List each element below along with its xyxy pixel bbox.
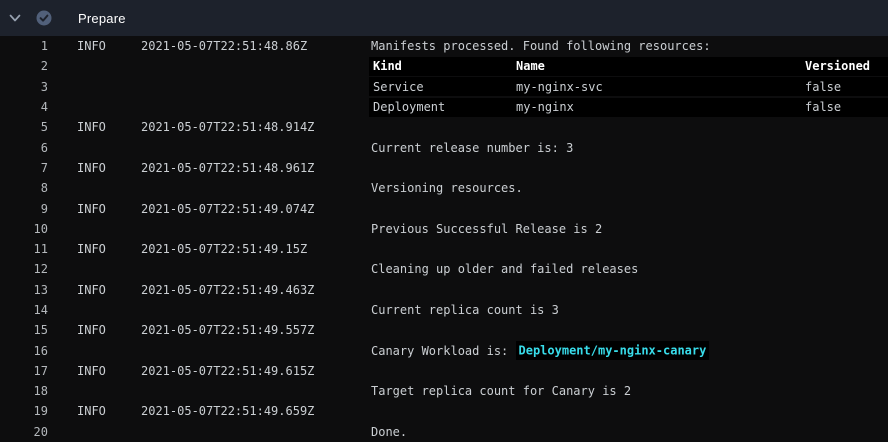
log-level: INFO — [77, 404, 141, 418]
log-line: 7 INFO 2021-05-07T22:51:48.961Z — [0, 158, 888, 178]
timestamp: 2021-05-07T22:51:48.961Z — [141, 161, 371, 175]
log-line: 4 Deployment my-nginx false — [0, 97, 888, 117]
line-number: 19 — [0, 404, 48, 418]
line-number: 1 — [0, 39, 48, 53]
log-line: 3 Service my-nginx-svc false — [0, 77, 888, 97]
line-number: 5 — [0, 120, 48, 134]
canary-workload-highlight: Deployment/my-nginx-canary — [516, 341, 710, 360]
log-level: INFO — [77, 323, 141, 337]
log-line: 10 Previous Successful Release is 2 — [0, 219, 888, 239]
line-number: 8 — [0, 181, 48, 195]
line-number: 17 — [0, 364, 48, 378]
line-number: 7 — [0, 161, 48, 175]
line-number: 4 — [0, 100, 48, 114]
cell-name: my-nginx — [516, 100, 805, 114]
resource-table-header: Kind Name Versioned — [369, 57, 888, 76]
timestamp: 2021-05-07T22:51:49.659Z — [141, 404, 371, 418]
log-level: INFO — [77, 161, 141, 175]
timestamp: 2021-05-07T22:51:48.914Z — [141, 120, 371, 134]
log-message: Cleaning up older and failed releases — [371, 262, 638, 276]
log-line: 18 Target replica count for Canary is 2 — [0, 381, 888, 401]
log-level: INFO — [77, 364, 141, 378]
log-line: 15 INFO 2021-05-07T22:51:49.557Z — [0, 320, 888, 340]
timestamp: 2021-05-07T22:51:48.86Z — [141, 39, 371, 53]
log-line: 9 INFO 2021-05-07T22:51:49.074Z — [0, 198, 888, 218]
message-prefix: Canary Workload is: — [371, 344, 516, 358]
line-number: 15 — [0, 323, 48, 337]
step-header[interactable]: Prepare — [0, 0, 888, 36]
cell-versioned: false — [805, 80, 888, 94]
log-line: 12 Cleaning up older and failed releases — [0, 259, 888, 279]
resource-table-row: Deployment my-nginx false — [369, 98, 888, 117]
log-message: Current replica count is 3 — [371, 303, 559, 317]
log-message: Previous Successful Release is 2 — [371, 222, 602, 236]
line-number: 2 — [0, 59, 48, 73]
line-number: 16 — [0, 344, 48, 358]
resource-table-row: Service my-nginx-svc false — [369, 77, 888, 96]
line-number: 14 — [0, 303, 48, 317]
timestamp: 2021-05-07T22:51:49.615Z — [141, 364, 371, 378]
log-line: 13 INFO 2021-05-07T22:51:49.463Z — [0, 280, 888, 300]
log-line: 1 INFO 2021-05-07T22:51:48.86Z Manifests… — [0, 36, 888, 56]
line-number: 9 — [0, 202, 48, 216]
timestamp: 2021-05-07T22:51:49.074Z — [141, 202, 371, 216]
timestamp: 2021-05-07T22:51:49.557Z — [141, 323, 371, 337]
column-header-name: Name — [516, 59, 805, 73]
log-message: Canary Workload is: Deployment/my-nginx-… — [371, 344, 709, 358]
log-line: 14 Current replica count is 3 — [0, 300, 888, 320]
line-number: 12 — [0, 262, 48, 276]
log-line: 8 Versioning resources. — [0, 178, 888, 198]
log-level: INFO — [77, 202, 141, 216]
line-number: 18 — [0, 384, 48, 398]
log-line: 5 INFO 2021-05-07T22:51:48.914Z — [0, 117, 888, 137]
check-circle-icon — [36, 10, 52, 26]
log-line: 6 Current release number is: 3 — [0, 137, 888, 157]
timestamp: 2021-05-07T22:51:49.463Z — [141, 283, 371, 297]
log-level: INFO — [77, 283, 141, 297]
cell-versioned: false — [805, 100, 888, 114]
cell-name: my-nginx-svc — [516, 80, 805, 94]
line-number: 20 — [0, 425, 48, 439]
log-message: Target replica count for Canary is 2 — [371, 384, 631, 398]
log-message: Done. — [371, 425, 407, 439]
log-line: 16 Canary Workload is: Deployment/my-ngi… — [0, 340, 888, 360]
log-output: 1 INFO 2021-05-07T22:51:48.86Z Manifests… — [0, 36, 888, 442]
line-number: 3 — [0, 80, 48, 94]
timestamp: 2021-05-07T22:51:49.15Z — [141, 242, 371, 256]
line-number: 11 — [0, 242, 48, 256]
log-line: 2 Kind Name Versioned — [0, 56, 888, 76]
log-line: 19 INFO 2021-05-07T22:51:49.659Z — [0, 401, 888, 421]
line-number: 10 — [0, 222, 48, 236]
log-level: INFO — [77, 242, 141, 256]
cell-kind: Service — [373, 80, 516, 94]
log-message: Versioning resources. — [371, 181, 523, 195]
line-number: 6 — [0, 141, 48, 155]
log-line: 17 INFO 2021-05-07T22:51:49.615Z — [0, 361, 888, 381]
step-title: Prepare — [78, 11, 126, 26]
cell-kind: Deployment — [373, 100, 516, 114]
log-message: Manifests processed. Found following res… — [371, 39, 711, 53]
log-message: Current release number is: 3 — [371, 141, 573, 155]
log-level: INFO — [77, 39, 141, 53]
log-line: 11 INFO 2021-05-07T22:51:49.15Z — [0, 239, 888, 259]
column-header-versioned: Versioned — [805, 59, 888, 73]
column-header-kind: Kind — [373, 59, 516, 73]
log-line: 20 Done. — [0, 422, 888, 442]
chevron-down-icon[interactable] — [8, 11, 22, 25]
line-number: 13 — [0, 283, 48, 297]
log-level: INFO — [77, 120, 141, 134]
